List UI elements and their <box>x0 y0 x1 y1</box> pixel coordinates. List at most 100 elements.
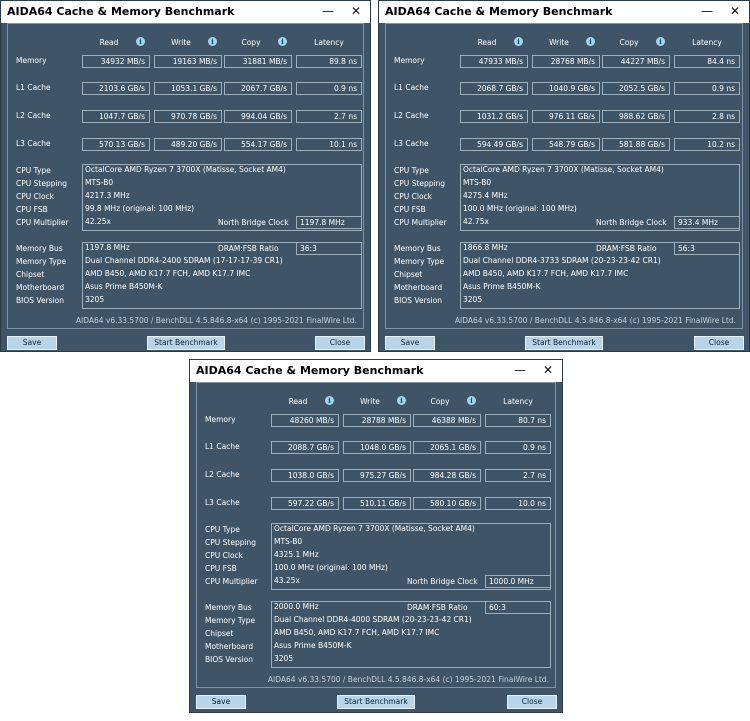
cpu-fsb-label: CPU FSB <box>394 205 426 214</box>
memory-type-value: Dual Channel DDR4-2400 SDRAM (17-17-17-3… <box>85 256 283 265</box>
column-header-write: Write <box>171 38 191 47</box>
close-icon[interactable]: ✕ <box>344 1 368 21</box>
version-footer: AIDA64 v6.33.5700 / BenchDLL 4.5.846.8-x… <box>454 316 736 325</box>
result-write: 970.78 GB/s <box>154 110 222 123</box>
cpu-fsb-label: CPU FSB <box>205 564 237 573</box>
cpu-fsb-label: CPU FSB <box>16 205 48 214</box>
cpu-type-value: OctalCore AMD Ryzen 7 3700X (Matisse, So… <box>85 165 286 174</box>
memory-chipset-label: Chipset <box>394 270 423 279</box>
dram-ratio-value: 36:3 <box>296 242 362 255</box>
result-latency: 0.9 ns <box>296 82 362 95</box>
close-icon[interactable]: ✕ <box>723 1 747 21</box>
save-button[interactable]: Save <box>196 695 246 709</box>
north-bridge-label: North Bridge Clock <box>407 577 478 586</box>
memory-mb-label: Motherboard <box>205 642 254 651</box>
close-button[interactable]: Close <box>507 695 557 709</box>
result-read: 2088.7 GB/s <box>271 441 339 454</box>
cpu-type-label: CPU Type <box>205 525 240 534</box>
cpu-clock-value: 4275.4 MHz <box>463 191 508 200</box>
cpu-mult-value: 42.75x <box>463 217 489 226</box>
info-icon[interactable]: i <box>586 37 595 46</box>
memory-bios-label: BIOS Version <box>394 296 442 305</box>
row-label: Memory <box>394 56 425 65</box>
memory-bus-label: Memory Bus <box>394 244 441 253</box>
result-copy: 581.88 GB/s <box>602 138 670 151</box>
results-panel: Read i Write i Copy i Latency Memory 48260 MB/s 2… <box>196 382 556 688</box>
cpu-type-label: CPU Type <box>16 166 51 175</box>
window-title: AIDA64 Cache & Memory Benchmark <box>7 5 235 18</box>
cpu-mult-value: 43.25x <box>274 576 300 585</box>
minimize-icon[interactable]: — <box>508 360 532 380</box>
cpu-stepping-label: CPU Stepping <box>205 538 257 547</box>
row-label: Memory <box>205 415 236 424</box>
row-label: L3 Cache <box>16 139 51 148</box>
start-benchmark-button[interactable]: Start Benchmark <box>337 695 415 709</box>
row-label: Memory <box>16 56 47 65</box>
memory-bus-value: 1866.8 MHz <box>463 243 508 252</box>
result-read: 1031.2 GB/s <box>460 110 528 123</box>
info-icon[interactable]: i <box>136 37 145 46</box>
info-icon[interactable]: i <box>467 396 476 405</box>
start-benchmark-button[interactable]: Start Benchmark <box>147 336 225 350</box>
result-latency: 10.1 ns <box>296 138 362 151</box>
column-header-copy: Copy <box>619 38 639 47</box>
result-latency: 80.7 ns <box>485 414 551 427</box>
result-copy: 984.28 GB/s <box>413 469 481 482</box>
info-icon[interactable]: i <box>514 37 523 46</box>
result-copy: 44227 MB/s <box>602 55 670 68</box>
close-button[interactable]: Close <box>694 336 744 350</box>
result-write: 1053.1 GB/s <box>154 82 222 95</box>
memory-chipset-label: Chipset <box>16 270 45 279</box>
north-bridge-value: 933.4 MHz <box>674 216 740 229</box>
memory-bus-label: Memory Bus <box>16 244 63 253</box>
minimize-icon[interactable]: — <box>695 1 719 21</box>
benchmark-window: AIDA64 Cache & Memory Benchmark — ✕ Read i Wr… <box>189 359 563 713</box>
result-read: 34932 MB/s <box>82 55 150 68</box>
cpu-stepping-value: MTS-B0 <box>274 537 303 546</box>
result-write: 976.11 GB/s <box>532 110 600 123</box>
result-copy: 988.62 GB/s <box>602 110 670 123</box>
title-bar: AIDA64 Cache & Memory Benchmark — ✕ <box>1 1 370 23</box>
cpu-mult-label: CPU Multiplier <box>16 218 69 227</box>
dram-ratio-label: DRAM:FSB Ratio <box>407 603 468 612</box>
memory-chipset-value: AMD B450, AMD K17.7 FCH, AMD K17.7 IMC <box>274 628 440 637</box>
cpu-clock-label: CPU Clock <box>394 192 433 201</box>
close-icon[interactable]: ✕ <box>536 360 560 380</box>
row-label: L1 Cache <box>205 442 240 451</box>
result-write: 19163 MB/s <box>154 55 222 68</box>
dram-ratio-label: DRAM:FSB Ratio <box>596 244 657 253</box>
cpu-mult-label: CPU Multiplier <box>205 577 258 586</box>
memory-type-value: Dual Channel DDR4-3733 SDRAM (20-23-23-4… <box>463 256 661 265</box>
memory-bios-label: BIOS Version <box>16 296 64 305</box>
result-latency: 84.4 ns <box>674 55 740 68</box>
close-button[interactable]: Close <box>315 336 365 350</box>
column-header-copy: Copy <box>241 38 261 47</box>
result-write: 489.20 GB/s <box>154 138 222 151</box>
result-write: 28788 MB/s <box>343 414 411 427</box>
memory-type-value: Dual Channel DDR4-4000 SDRAM (20-23-23-4… <box>274 615 472 624</box>
minimize-icon[interactable]: — <box>316 1 340 21</box>
memory-type-label: Memory Type <box>394 257 445 266</box>
column-header-latency: Latency <box>692 38 722 47</box>
save-button[interactable]: Save <box>385 336 435 350</box>
result-read: 48260 MB/s <box>271 414 339 427</box>
start-benchmark-button[interactable]: Start Benchmark <box>525 336 603 350</box>
result-copy: 2065.1 GB/s <box>413 441 481 454</box>
memory-bus-label: Memory Bus <box>205 603 252 612</box>
memory-chipset-value: AMD B450, AMD K17.7 FCH, AMD K17.7 IMC <box>463 269 629 278</box>
cpu-stepping-label: CPU Stepping <box>394 179 446 188</box>
info-icon[interactable]: i <box>656 37 665 46</box>
cpu-fsb-value: 100.0 MHz (original: 100 MHz) <box>274 563 388 572</box>
column-header-write: Write <box>360 397 380 406</box>
cpu-fsb-value: 100.0 MHz (original: 100 MHz) <box>463 204 577 213</box>
title-bar: AIDA64 Cache & Memory Benchmark — ✕ <box>379 1 749 23</box>
result-copy: 31881 MB/s <box>224 55 292 68</box>
cpu-stepping-label: CPU Stepping <box>16 179 68 188</box>
save-button[interactable]: Save <box>7 336 57 350</box>
info-icon[interactable]: i <box>278 37 287 46</box>
row-label: L1 Cache <box>16 83 51 92</box>
cpu-clock-value: 4217.3 MHz <box>85 191 130 200</box>
info-icon[interactable]: i <box>325 396 334 405</box>
info-icon[interactable]: i <box>397 396 406 405</box>
info-icon[interactable]: i <box>208 37 217 46</box>
